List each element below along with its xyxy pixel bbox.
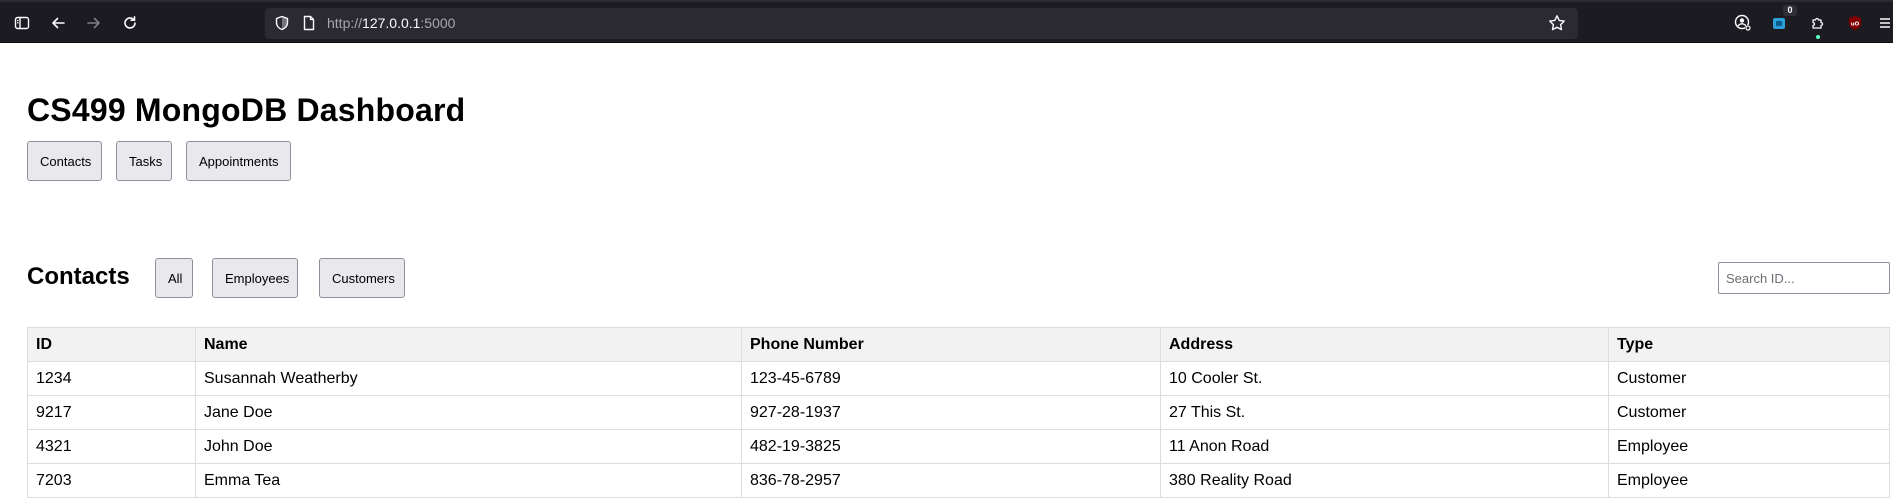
cell-name: Susannah Weatherby [195, 361, 742, 396]
sidebar-icon [14, 16, 30, 30]
cell-address: 10 Cooler St. [1160, 361, 1609, 396]
cell-phone: 927-28-1937 [741, 395, 1161, 430]
column-header-phone: Phone Number [741, 327, 1161, 362]
url-scheme: http:// [327, 15, 363, 31]
cell-type: Employee [1608, 463, 1890, 498]
cell-address: 27 This St. [1160, 395, 1609, 430]
table-row: 7203 Emma Tea 836-78-2957 380 Reality Ro… [27, 463, 1890, 498]
cell-id: 1234 [27, 361, 196, 396]
page-icon[interactable] [301, 15, 317, 31]
reload-button[interactable] [117, 10, 143, 36]
cell-id: 7203 [27, 463, 196, 498]
forward-button[interactable] [81, 10, 107, 36]
puzzle-icon [1812, 17, 1824, 29]
table-row: 1234 Susannah Weatherby 123-45-6789 10 C… [27, 361, 1890, 396]
cell-type: Employee [1608, 429, 1890, 464]
account-icon [1734, 14, 1751, 31]
update-dot [1816, 35, 1820, 39]
back-arrow-icon [52, 17, 65, 29]
url-port: :5000 [420, 15, 456, 31]
tasks-nav-button[interactable]: Tasks [116, 141, 172, 181]
appointments-nav-button[interactable]: Appointments [186, 141, 291, 181]
shield-icon[interactable] [274, 15, 290, 31]
contacts-heading: Contacts [27, 263, 130, 290]
cell-name: John Doe [195, 429, 742, 464]
forward-arrow-icon [87, 17, 100, 29]
table-header-row: ID Name Phone Number Address Type [27, 327, 1890, 362]
column-header-type: Type [1608, 327, 1890, 362]
search-id-input[interactable] [1718, 262, 1890, 294]
column-header-id: ID [27, 327, 196, 362]
filter-customers-button[interactable]: Customers [319, 258, 405, 298]
reload-icon [124, 16, 136, 29]
contacts-nav-button[interactable]: Contacts [27, 141, 102, 181]
filter-all-button[interactable]: All [155, 258, 193, 298]
cell-phone: 123-45-6789 [741, 361, 1161, 396]
column-header-name: Name [195, 327, 742, 362]
star-icon[interactable] [1548, 14, 1566, 32]
extension-button[interactable]: 0 [1766, 5, 1797, 36]
url-host: 127.0.0.1 [362, 15, 421, 31]
cell-phone: 836-78-2957 [741, 463, 1161, 498]
sidebar-toggle-button[interactable] [9, 10, 35, 36]
column-header-address: Address [1160, 327, 1609, 362]
cell-type: Customer [1608, 395, 1890, 430]
account-button[interactable] [1730, 10, 1756, 36]
table-row: 4321 John Doe 482-19-3825 11 Anon Road E… [27, 429, 1890, 464]
browser-toolbar: http://127.0.0.1:5000 0 uO [0, 0, 1893, 43]
filter-employees-button[interactable]: Employees [212, 258, 298, 298]
url-bar[interactable]: http://127.0.0.1:5000 [265, 8, 1578, 39]
cell-address: 380 Reality Road [1160, 463, 1609, 498]
ublock-button[interactable]: uO [1842, 10, 1868, 36]
table-row: 9217 Jane Doe 927-28-1937 27 This St. Cu… [27, 395, 1890, 430]
cell-name: Emma Tea [195, 463, 742, 498]
cell-id: 4321 [27, 429, 196, 464]
ublock-icon: uO [1849, 16, 1861, 30]
cell-phone: 482-19-3825 [741, 429, 1161, 464]
cell-address: 11 Anon Road [1160, 429, 1609, 464]
extensions-menu-button[interactable] [1805, 10, 1831, 39]
url-text[interactable]: http://127.0.0.1:5000 [327, 15, 455, 31]
svg-text:uO: uO [1851, 22, 1860, 28]
extension-badge: 0 [1783, 5, 1797, 16]
cell-name: Jane Doe [195, 395, 742, 430]
extension-icon [1773, 18, 1785, 29]
page-title: CS499 MongoDB Dashboard [27, 92, 466, 128]
hamburger-menu-icon [1879, 18, 1890, 28]
cell-type: Customer [1608, 361, 1890, 396]
back-button[interactable] [45, 10, 71, 36]
app-menu-button[interactable] [1876, 10, 1893, 36]
contacts-table: ID Name Phone Number Address Type 1234 S… [27, 327, 1890, 498]
cell-id: 9217 [27, 395, 196, 430]
